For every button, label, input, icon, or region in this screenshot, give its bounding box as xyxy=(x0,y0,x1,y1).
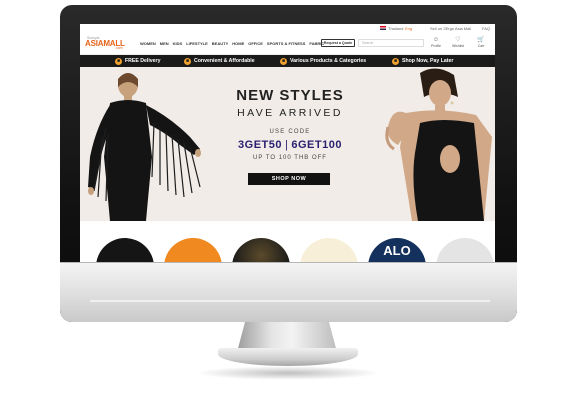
category-brand-text: ALO xyxy=(383,243,411,258)
help-link[interactable]: FAQ xyxy=(482,26,490,31)
promo-label: FREE Delivery xyxy=(125,58,161,64)
hero-subtitle: HAVE ARRIVED xyxy=(237,107,343,119)
menu-item-beauty[interactable]: BEAUTY xyxy=(212,41,228,46)
language-eng-link[interactable]: Eng xyxy=(405,26,412,31)
stand-shadow xyxy=(195,366,381,380)
hero-banner[interactable]: NEW STYLES HAVE ARRIVED USE CODE 3GET50 |… xyxy=(80,67,495,221)
promo-code-2: 6GET100 xyxy=(291,139,342,151)
category-circle-5[interactable]: ALO xyxy=(368,238,426,262)
chin-highlight xyxy=(90,300,490,302)
promo-pay-later: ■ Shop Now, Pay Later xyxy=(392,55,453,67)
monitor-chin xyxy=(60,262,517,322)
request-quote-button[interactable]: Request a Quote xyxy=(321,39,355,47)
menu-item-kids[interactable]: KIDS xyxy=(173,41,183,46)
language-thai-link[interactable]: Thailand xyxy=(388,26,403,31)
promo-codes: 3GET50 | 6GET100 xyxy=(200,139,380,151)
heart-icon: ♡ xyxy=(455,37,461,43)
use-code-label: USE CODE xyxy=(269,129,311,135)
wallet-icon: ■ xyxy=(184,57,191,65)
category-circle-2[interactable] xyxy=(164,238,222,262)
category-circle-3[interactable] xyxy=(232,238,290,262)
menu-item-office[interactable]: OFFICE xyxy=(248,41,263,46)
site-logo[interactable]: Sunsyst ASIAMALL .com xyxy=(85,36,135,52)
cart-icon: 🛒 xyxy=(477,37,485,43)
promo-code-1: 3GET50 xyxy=(238,139,282,151)
main-navbar: Sunsyst ASIAMALL .com WOMEN MEN KIDS LIF… xyxy=(80,33,495,55)
wishlist-button[interactable]: ♡ Wishlist xyxy=(450,36,466,52)
promo-various-products: ■ Various Products & Categories xyxy=(280,55,366,67)
model-right-image xyxy=(385,68,492,221)
menu-item-home[interactable]: HOME xyxy=(232,41,244,46)
thailand-flag-icon xyxy=(380,26,386,30)
search-input[interactable]: Search xyxy=(358,39,424,47)
promo-convenient: ■ Convenient & Affordable xyxy=(184,55,255,67)
category-circle-1[interactable] xyxy=(96,238,154,262)
cart-label: Cart xyxy=(477,44,485,48)
promo-bar: ■ FREE Delivery ■ Convenient & Affordabl… xyxy=(80,55,495,67)
discount-text: UP TO 100 THB OFF xyxy=(253,155,327,161)
logo-sub-text: .com xyxy=(115,46,123,50)
promo-label: Shop Now, Pay Later xyxy=(402,58,454,64)
category-circles: ALO xyxy=(80,221,495,262)
promo-label: Various Products & Categories xyxy=(290,58,367,64)
sell-link[interactable]: Sell on 2Ergo Asia Mall xyxy=(430,26,471,31)
category-circle-6[interactable] xyxy=(436,238,494,262)
hero-title: NEW STYLES xyxy=(236,87,344,104)
menu-item-lifestyle[interactable]: LIFESTYLE xyxy=(186,41,208,46)
website-screen: Thailand Eng Sell on 2Ergo Asia Mall FAQ… xyxy=(80,24,495,262)
monitor-stand-base xyxy=(218,348,358,366)
clock-icon: ■ xyxy=(392,57,399,65)
imac-mockup: Thailand Eng Sell on 2Ergo Asia Mall FAQ… xyxy=(0,0,576,406)
code-separator: | xyxy=(285,139,289,151)
menu-item-women[interactable]: WOMEN xyxy=(140,41,156,46)
utility-bar: Thailand Eng Sell on 2Ergo Asia Mall FAQ xyxy=(80,24,495,33)
box-icon: ■ xyxy=(280,57,287,65)
menu-item-sports-fitness[interactable]: SPORTS & FITNESS xyxy=(267,41,305,46)
wishlist-label: Wishlist xyxy=(451,44,465,48)
cart-button[interactable]: 🛒 Cart xyxy=(473,36,489,52)
shop-now-button[interactable]: SHOP NOW xyxy=(248,173,330,185)
promo-label: Convenient & Affordable xyxy=(194,58,255,64)
menu-item-men[interactable]: MEN xyxy=(160,41,169,46)
profile-label: Profile xyxy=(431,44,441,48)
profile-button[interactable]: ☺ Profile xyxy=(428,36,444,52)
user-icon: ☺ xyxy=(432,37,440,43)
promo-free-delivery: ■ FREE Delivery xyxy=(115,55,160,67)
truck-icon: ■ xyxy=(115,57,122,65)
category-circle-4[interactable] xyxy=(300,238,358,262)
category-menu: WOMEN MEN KIDS LIFESTYLE BEAUTY HOME OFF… xyxy=(140,41,324,46)
